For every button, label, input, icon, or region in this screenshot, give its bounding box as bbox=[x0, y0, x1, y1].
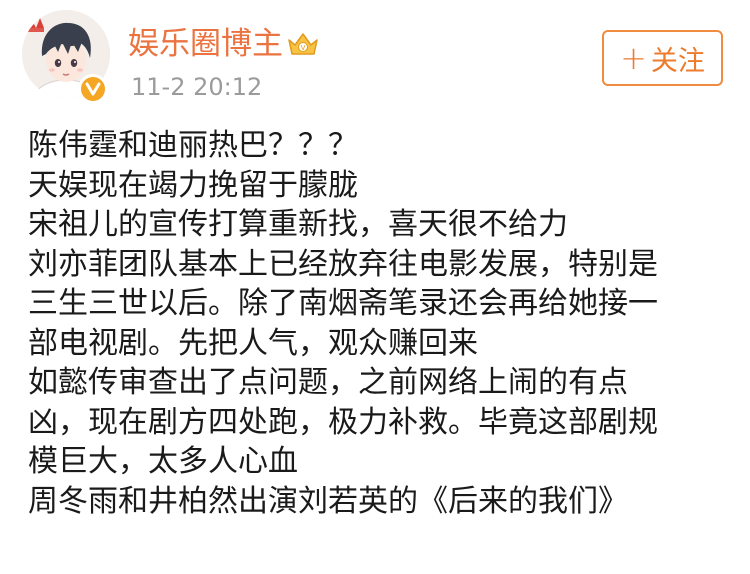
author-name[interactable]: 娱乐圈博主 bbox=[128, 24, 283, 64]
plus-icon: + bbox=[620, 39, 647, 77]
post-line: 周冬雨和井柏然出演刘若英的《后来的我们》 bbox=[28, 483, 628, 519]
post-header: 娱乐圈博主 V 11-2 20:12 + 关注 bbox=[0, 0, 750, 120]
post-line: 三生三世以后。除了南烟斋笔录还会再给她接一 bbox=[28, 286, 658, 321]
post-time: 11-2 20:12 bbox=[131, 73, 263, 101]
post-line: 模巨大，太多人心血 bbox=[28, 444, 298, 479]
post-line: 部电视剧。先把人气，观众赚回来 bbox=[28, 325, 478, 361]
svg-text:V: V bbox=[301, 44, 306, 52]
post-line: 天娱现在竭力挽留于朦胧 bbox=[28, 167, 358, 203]
verified-v-icon bbox=[78, 74, 108, 104]
post-line: 刘亦菲团队基本上已经放弃往电影发展，特别是 bbox=[28, 246, 658, 282]
post-body: 陈伟霆和迪丽热巴？？？ 天娱现在竭力挽留于朦胧 宋祖儿的宣传打算重新找，喜天很不… bbox=[28, 126, 728, 521]
crown-icon: V bbox=[286, 30, 320, 58]
post-line: 陈伟霆和迪丽热巴？？？ bbox=[28, 128, 358, 163]
post-line: 如懿传审查出了点问题，之前网络上闹的有点 bbox=[28, 365, 628, 400]
follow-button[interactable]: + 关注 bbox=[602, 30, 723, 86]
post-line: 宋祖儿的宣传打算重新找，喜天很不给力 bbox=[28, 207, 568, 242]
follow-label: 关注 bbox=[650, 45, 705, 77]
post-line: 凶，现在剧方四处跑，极力补救。毕竟这部剧规 bbox=[28, 404, 658, 440]
